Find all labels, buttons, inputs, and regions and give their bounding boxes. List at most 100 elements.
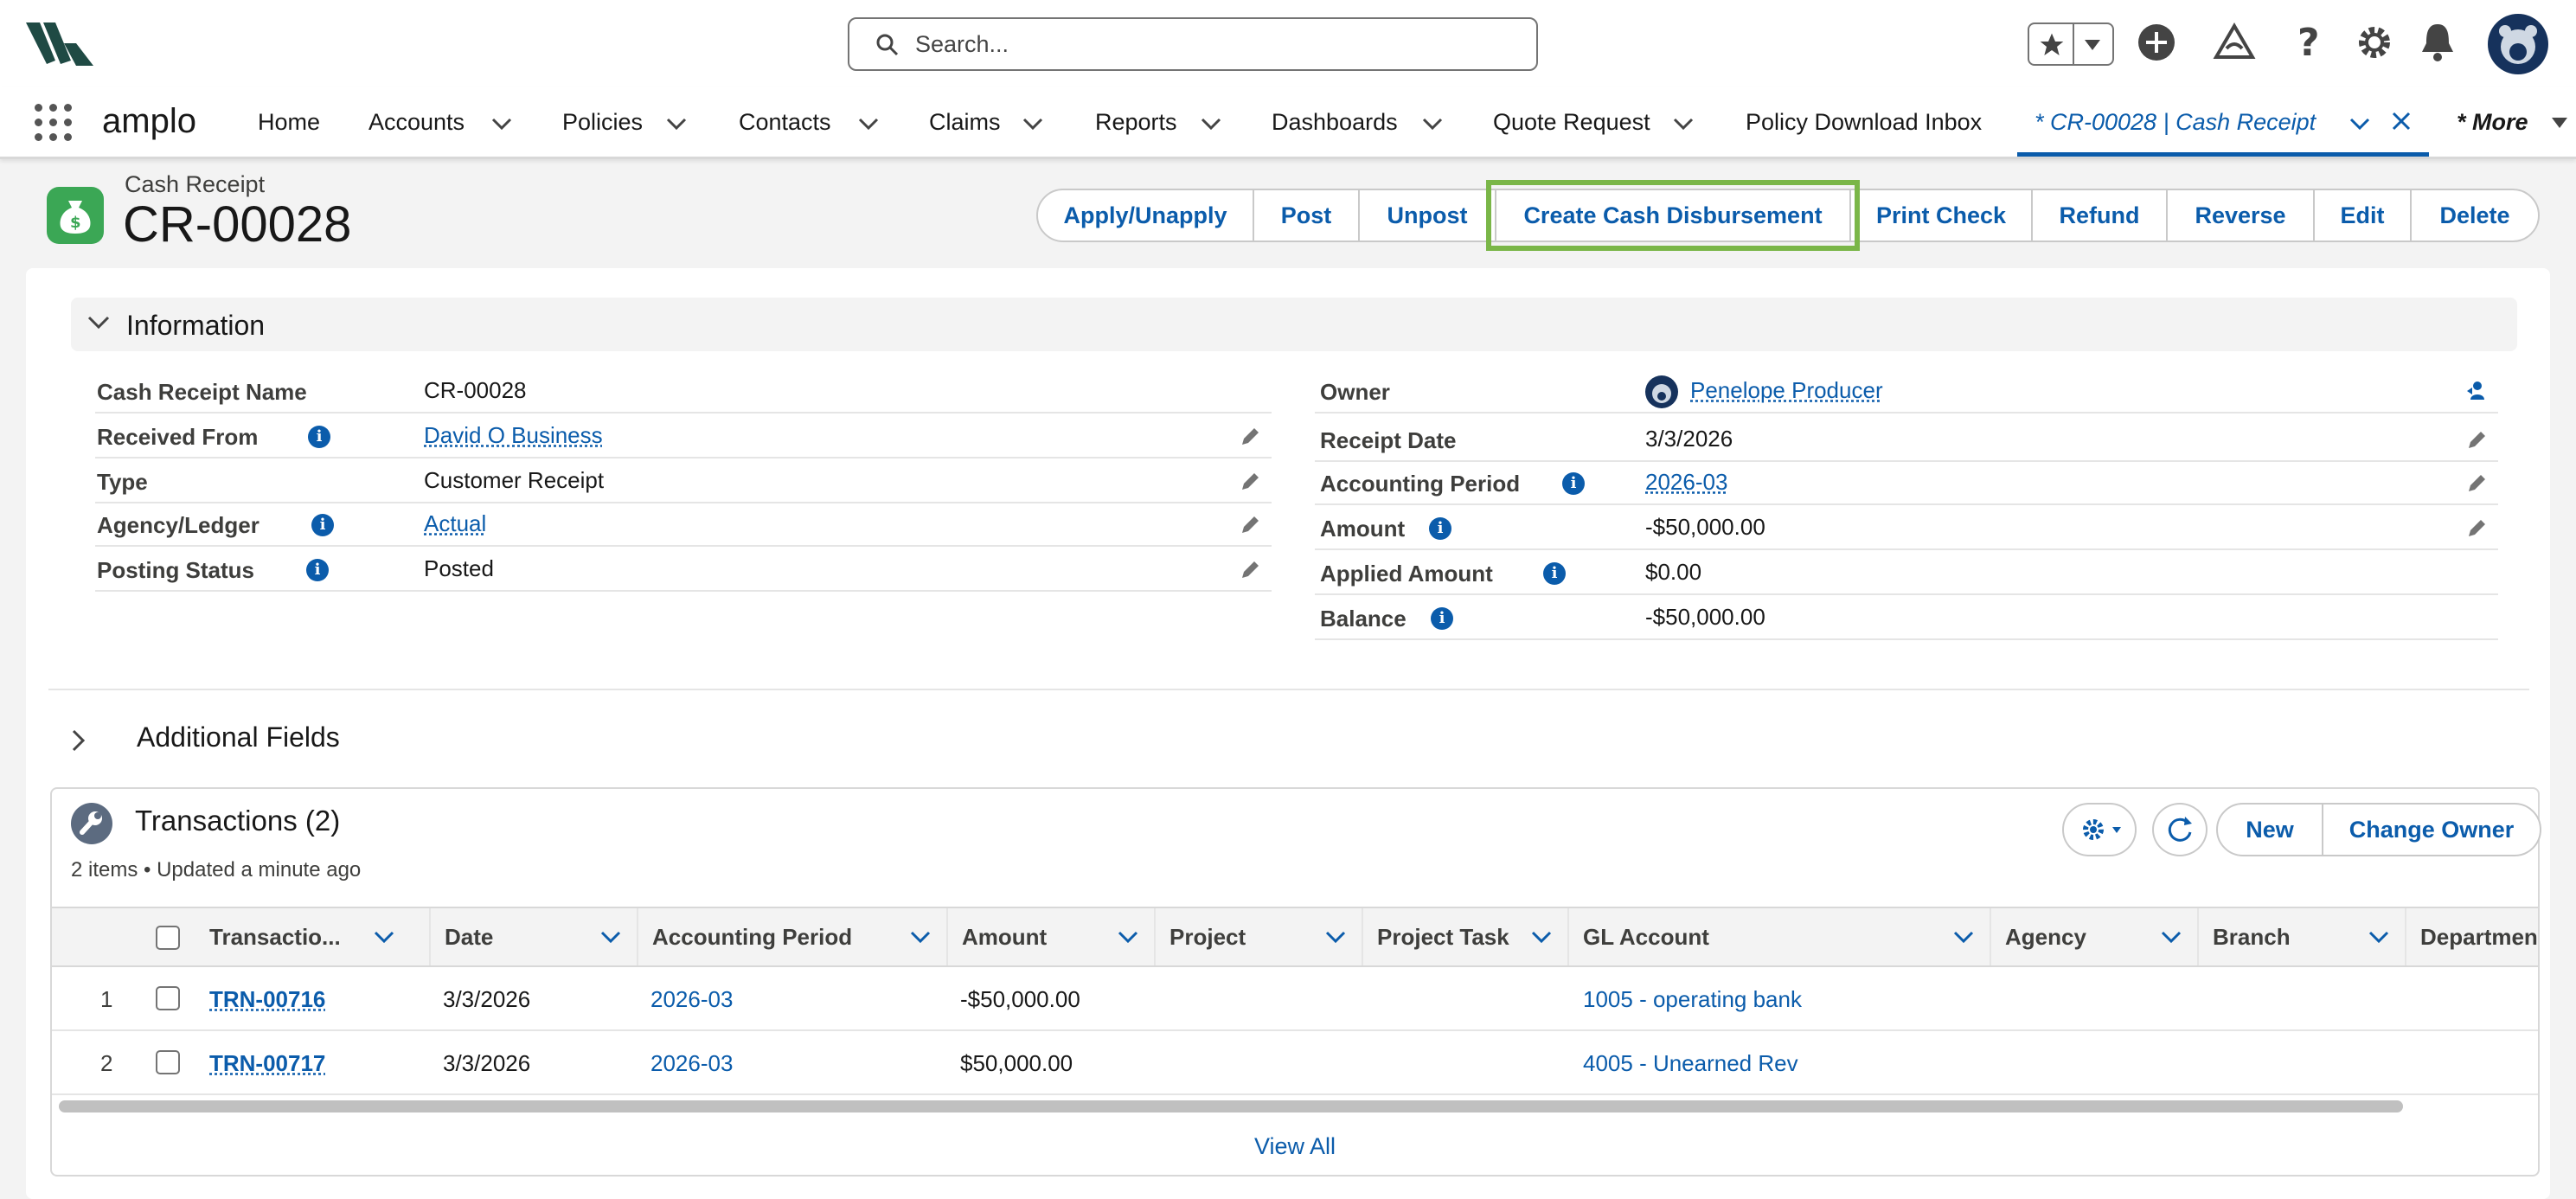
sort-chevron-down-icon[interactable] (1118, 931, 1138, 947)
transaction-link[interactable]: TRN-00716 (209, 986, 325, 1013)
transaction-link[interactable]: TRN-00717 (209, 1050, 325, 1077)
help-info-icon[interactable]: i (1431, 607, 1453, 630)
app-launcher-waffle-icon[interactable] (35, 104, 73, 142)
nav-item-policy-download-inbox[interactable]: Policy Download Inbox (1746, 109, 1982, 136)
refresh-icon[interactable] (2152, 803, 2208, 856)
edit-button[interactable]: Edit (2313, 189, 2412, 242)
column-header-amount[interactable]: Amount (946, 908, 1154, 965)
edit-pencil-icon[interactable] (1239, 559, 1261, 586)
view-all-link[interactable]: View All (52, 1133, 2538, 1160)
notifications-bell-icon[interactable] (2419, 21, 2457, 68)
favorites-list-chevron-down-icon[interactable] (2083, 38, 2102, 56)
row-select-checkbox[interactable] (156, 1050, 180, 1074)
print-check-button[interactable]: Print Check (1849, 189, 2033, 242)
sort-chevron-down-icon[interactable] (2368, 931, 2389, 947)
create-cash-disbursement-button[interactable]: Create Cash Disbursement (1486, 180, 1860, 251)
section-expand-chevron-right-icon[interactable] (71, 728, 87, 757)
global-search-input[interactable]: Search... (848, 17, 1538, 71)
trailhead-icon[interactable] (2213, 21, 2256, 68)
sort-chevron-down-icon[interactable] (1325, 931, 1346, 947)
column-header-transaction[interactable]: Transactio... (206, 908, 415, 965)
column-header-agency[interactable]: Agency (1990, 908, 2197, 965)
column-header-gl-account[interactable]: GL Account (1567, 908, 1990, 965)
column-header-project[interactable]: Project (1154, 908, 1362, 965)
column-header-accounting-period[interactable]: Accounting Period (637, 908, 946, 965)
accounts-menu-chevron-down-icon[interactable] (491, 118, 512, 134)
help-icon[interactable]: ? (2292, 19, 2327, 68)
column-header-date[interactable]: Date (429, 908, 637, 965)
edit-pencil-icon[interactable] (1239, 514, 1261, 541)
policies-menu-chevron-down-icon[interactable] (666, 118, 687, 134)
change-owner-button[interactable]: Change Owner (2322, 803, 2541, 856)
edit-pencil-icon[interactable] (1239, 471, 1261, 497)
post-button[interactable]: Post (1253, 189, 1360, 242)
delete-button[interactable]: Delete (2410, 189, 2540, 242)
accounting-period-link[interactable]: 2026-03 (650, 986, 733, 1013)
nav-item-dashboards[interactable]: Dashboards (1272, 109, 1398, 136)
edit-pencil-icon[interactable] (2465, 429, 2488, 456)
row-select-checkbox[interactable] (156, 986, 180, 1010)
accounting-period-link[interactable]: 2026-03 (650, 1050, 733, 1077)
apply-unapply-button[interactable]: Apply/Unapply (1036, 189, 1254, 242)
more-menu-caret-down-icon[interactable] (2550, 116, 2569, 134)
new-button[interactable]: New (2216, 803, 2323, 856)
app-logo-icon[interactable] (26, 19, 95, 72)
setup-gear-icon[interactable] (2353, 21, 2396, 68)
horizontal-scrollbar[interactable] (59, 1100, 2403, 1112)
related-list-title[interactable]: Transactions (2) (135, 805, 340, 837)
owner-link[interactable]: Penelope Producer (1690, 377, 1883, 404)
accounting-period-link[interactable]: 2026-03 (1645, 469, 1727, 496)
user-avatar-icon[interactable] (2488, 14, 2548, 74)
tab-menu-chevron-down-icon[interactable] (2349, 118, 2370, 134)
nav-item-reports[interactable]: Reports (1095, 109, 1177, 136)
claims-menu-chevron-down-icon[interactable] (1022, 118, 1043, 134)
favorites-star-icon[interactable] (2038, 31, 2066, 63)
edit-pencil-icon[interactable] (1239, 426, 1261, 452)
unpost-button[interactable]: Unpost (1358, 189, 1496, 242)
sort-chevron-down-icon[interactable] (600, 931, 621, 947)
received-from-link[interactable]: David O Business (424, 422, 603, 449)
gl-account-link[interactable]: 4005 - Unearned Rev (1583, 1050, 1798, 1077)
agency-ledger-link[interactable]: Actual (424, 510, 486, 537)
global-actions-add-icon[interactable] (2135, 21, 2178, 68)
close-tab-icon[interactable] (2391, 111, 2412, 136)
refund-button[interactable]: Refund (2031, 189, 2168, 242)
nav-item-accounts[interactable]: Accounts (368, 109, 465, 136)
field-amount: Amount i -$50,000.00 (1315, 505, 2498, 550)
sort-chevron-down-icon[interactable] (1953, 931, 1974, 947)
change-owner-icon[interactable] (2465, 379, 2488, 406)
nav-item-contacts[interactable]: Contacts (739, 109, 831, 136)
nav-item-quote-request[interactable]: Quote Request (1493, 109, 1650, 136)
information-section-header[interactable]: Information (71, 298, 2517, 351)
nav-item-claims[interactable]: Claims (929, 109, 1001, 136)
quote-request-menu-chevron-down-icon[interactable] (1673, 118, 1694, 134)
sort-chevron-down-icon[interactable] (910, 931, 931, 947)
list-settings-gear-icon[interactable] (2062, 803, 2137, 856)
section-collapse-chevron-down-icon[interactable] (87, 315, 111, 335)
sort-chevron-down-icon[interactable] (374, 931, 394, 947)
nav-item-home[interactable]: Home (258, 109, 320, 136)
tab-cash-receipt-cr-00028[interactable]: * CR-00028 | Cash Receipt (2017, 87, 2429, 157)
dashboards-menu-chevron-down-icon[interactable] (1422, 118, 1443, 134)
column-header-branch[interactable]: Branch (2197, 908, 2405, 965)
help-info-icon[interactable]: i (1429, 517, 1451, 540)
column-header-department[interactable]: Department (2405, 908, 2538, 965)
edit-pencil-icon[interactable] (2465, 517, 2488, 544)
help-info-icon[interactable]: i (311, 514, 334, 536)
gl-account-link[interactable]: 1005 - operating bank (1583, 986, 1802, 1013)
help-info-icon[interactable]: i (306, 559, 329, 581)
sort-chevron-down-icon[interactable] (1531, 931, 1552, 947)
help-info-icon[interactable]: i (1543, 562, 1566, 585)
edit-pencil-icon[interactable] (2465, 472, 2488, 499)
contacts-menu-chevron-down-icon[interactable] (858, 118, 879, 134)
sort-chevron-down-icon[interactable] (2161, 931, 2182, 947)
nav-more-menu[interactable]: * More (2457, 109, 2528, 136)
column-header-project-task[interactable]: Project Task (1362, 908, 1567, 965)
reports-menu-chevron-down-icon[interactable] (1201, 118, 1221, 134)
help-info-icon[interactable]: i (308, 426, 330, 448)
favorites-button-group[interactable] (2028, 22, 2114, 66)
select-all-checkbox[interactable] (156, 926, 180, 950)
help-info-icon[interactable]: i (1562, 472, 1585, 495)
nav-item-policies[interactable]: Policies (562, 109, 643, 136)
reverse-button[interactable]: Reverse (2166, 189, 2315, 242)
